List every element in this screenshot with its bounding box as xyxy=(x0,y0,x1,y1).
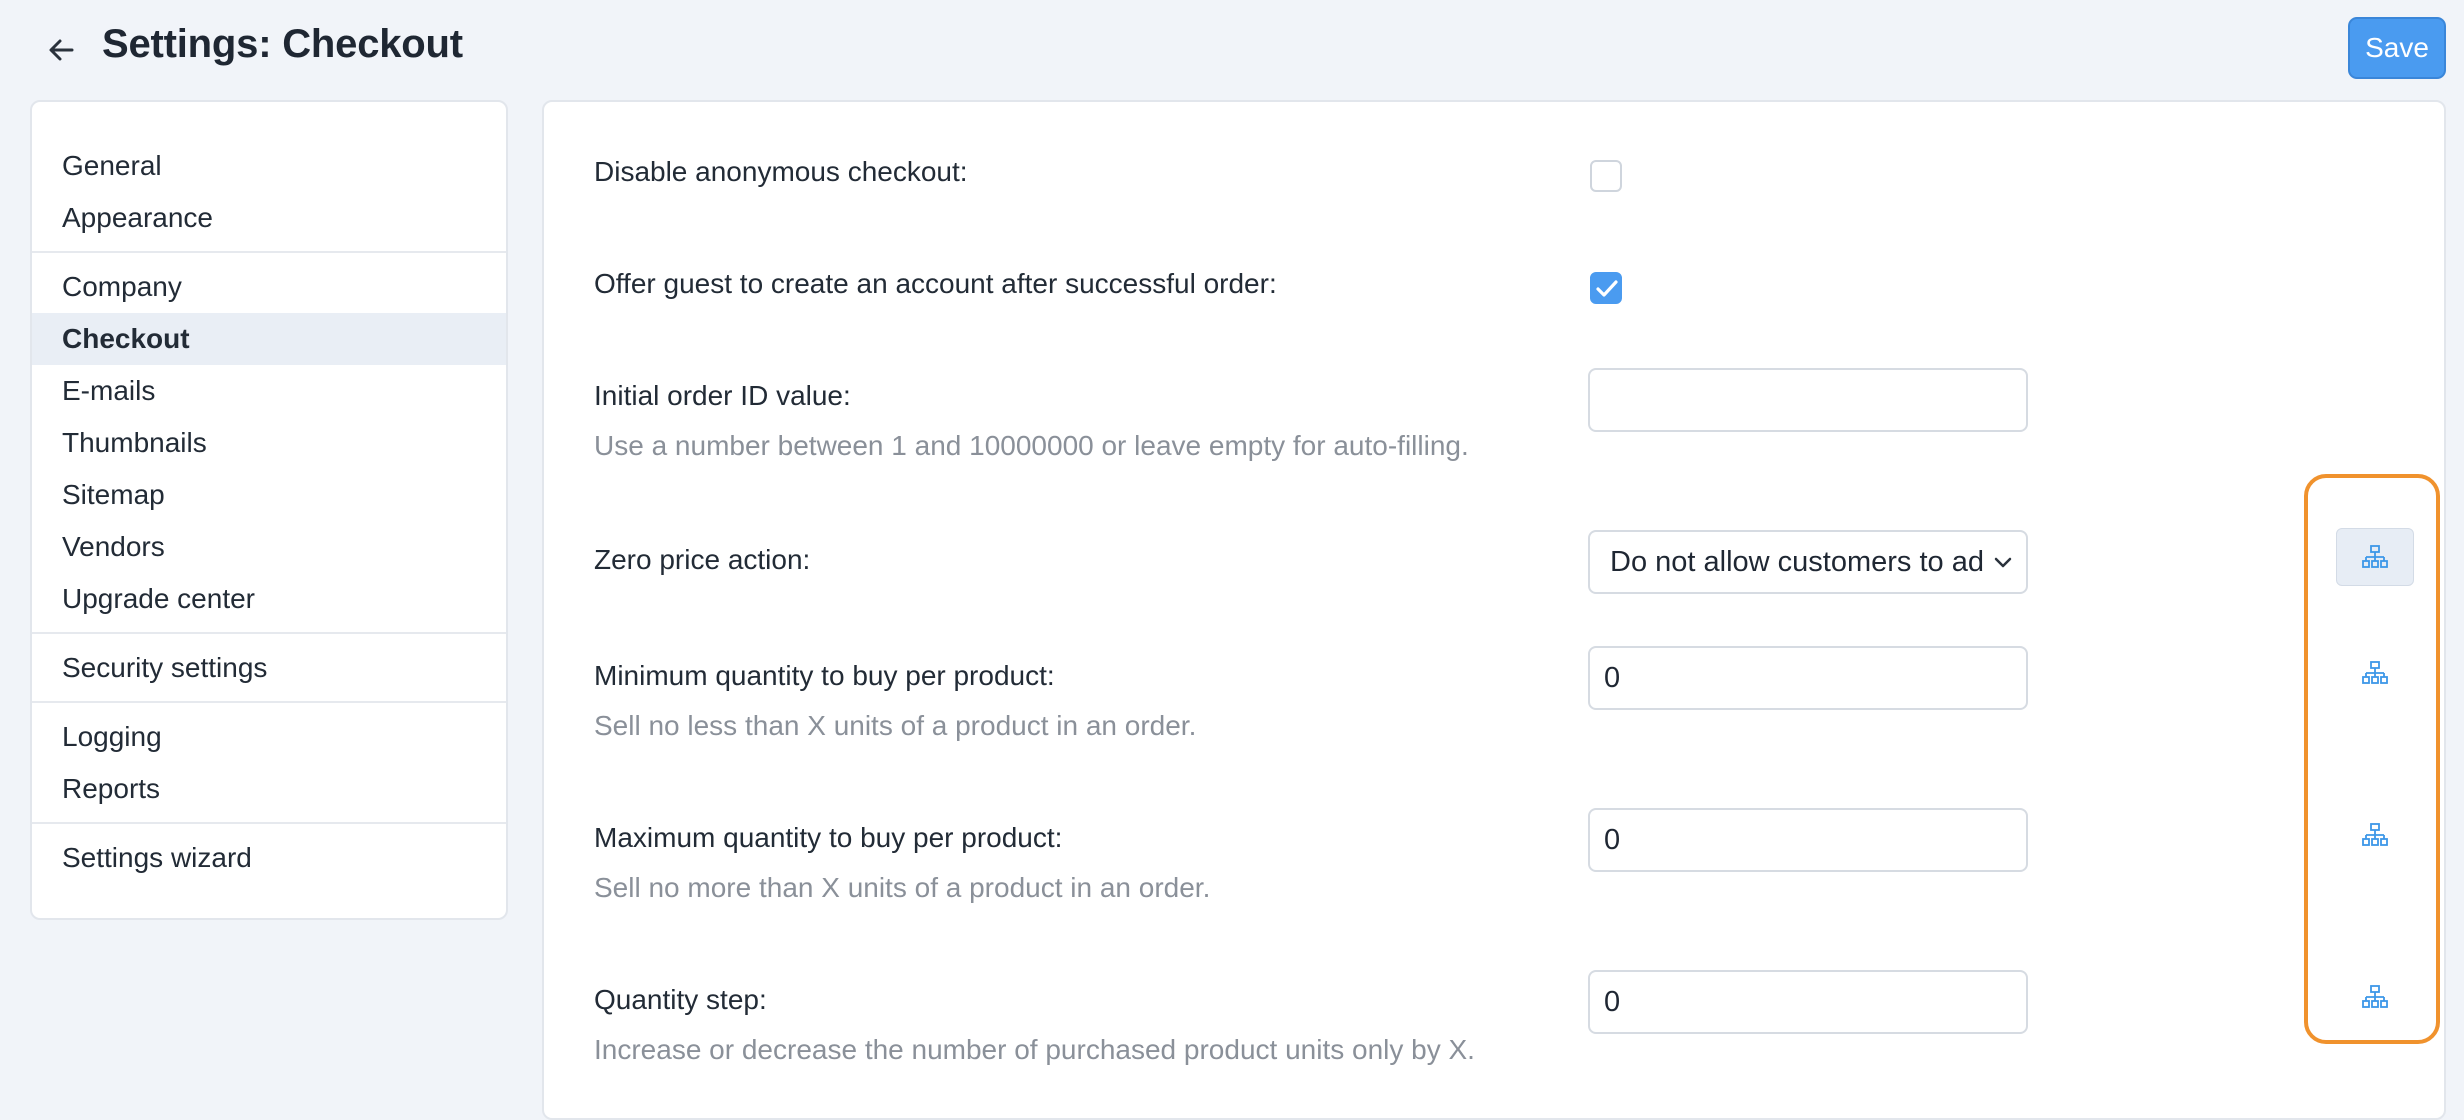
sidebar-item-thumbnails[interactable]: Thumbnails xyxy=(32,417,506,469)
offer-guest-account-label: Offer guest to create an account after s… xyxy=(594,268,1277,299)
arrow-left-icon xyxy=(49,39,74,61)
min-qty-input[interactable]: 0 xyxy=(1588,646,2028,710)
sidebar-item-reports[interactable]: Reports xyxy=(32,763,506,815)
max-qty-hint: Sell no more than X units of a product i… xyxy=(594,872,1211,903)
chevron-down-icon xyxy=(1994,557,2012,568)
min-qty-label: Minimum quantity to buy per product: xyxy=(594,660,1055,691)
sidebar-item-upgrade-center[interactable]: Upgrade center xyxy=(32,573,506,625)
hierarchy-sitemap-icon xyxy=(2362,661,2388,684)
sidebar-group-basic: General Appearance xyxy=(32,140,506,244)
sidebar-item-checkout[interactable]: Checkout xyxy=(32,313,506,365)
max-qty-label: Maximum quantity to buy per product: xyxy=(594,822,1063,853)
settings-sidebar: General Appearance Company Checkout E-ma… xyxy=(30,100,508,920)
sidebar-divider xyxy=(32,251,506,253)
zero-price-action-label: Zero price action: xyxy=(594,544,811,575)
checkmark-icon xyxy=(1596,280,1618,297)
sidebar-divider xyxy=(32,632,506,634)
sidebar-item-security-settings[interactable]: Security settings xyxy=(32,642,506,694)
sidebar-divider xyxy=(32,822,506,824)
page-title: Settings: Checkout xyxy=(102,22,463,66)
sidebar-item-appearance[interactable]: Appearance xyxy=(32,192,506,244)
vendor-settings-button-qty-step[interactable] xyxy=(2336,968,2414,1026)
initial-order-id-input[interactable] xyxy=(1588,368,2028,432)
vendor-settings-button-max-qty[interactable] xyxy=(2336,806,2414,864)
sidebar-item-vendors[interactable]: Vendors xyxy=(32,521,506,573)
offer-guest-account-checkbox[interactable] xyxy=(1590,272,1622,304)
disable-anonymous-checkbox[interactable] xyxy=(1590,160,1622,192)
page-header: Settings: Checkout Save xyxy=(0,0,2464,100)
hierarchy-sitemap-icon xyxy=(2362,823,2388,846)
qty-step-label: Quantity step: xyxy=(594,984,767,1015)
sidebar-item-emails[interactable]: E-mails xyxy=(32,365,506,417)
back-button[interactable] xyxy=(40,28,84,72)
zero-price-action-select[interactable]: Do not allow customers to add xyxy=(1588,530,2028,594)
save-button[interactable]: Save xyxy=(2348,17,2446,79)
sidebar-item-settings-wizard[interactable]: Settings wizard xyxy=(32,832,506,884)
sidebar-group-store: Company Checkout E-mails Thumbnails Site… xyxy=(32,261,506,625)
hierarchy-sitemap-icon xyxy=(2362,985,2388,1008)
initial-order-id-label: Initial order ID value: xyxy=(594,380,851,411)
sidebar-item-general[interactable]: General xyxy=(32,140,506,192)
disable-anonymous-label: Disable anonymous checkout: xyxy=(594,156,968,187)
sidebar-divider xyxy=(32,701,506,703)
qty-step-hint: Increase or decrease the number of purch… xyxy=(594,1034,1475,1065)
zero-price-action-value: Do not allow customers to add xyxy=(1610,546,1985,578)
min-qty-hint: Sell no less than X units of a product i… xyxy=(594,710,1197,741)
sidebar-item-company[interactable]: Company xyxy=(32,261,506,313)
vendor-settings-button-min-qty[interactable] xyxy=(2336,644,2414,702)
initial-order-id-hint: Use a number between 1 and 10000000 or l… xyxy=(594,430,1469,461)
sidebar-item-logging[interactable]: Logging xyxy=(32,711,506,763)
settings-panel: Disable anonymous checkout: Offer guest … xyxy=(542,100,2446,1120)
vendor-settings-button-zero-price[interactable] xyxy=(2336,528,2414,586)
sidebar-group-wizard: Settings wizard xyxy=(32,832,506,884)
sidebar-group-logs: Logging Reports xyxy=(32,711,506,815)
max-qty-input[interactable]: 0 xyxy=(1588,808,2028,872)
qty-step-input[interactable]: 0 xyxy=(1588,970,2028,1034)
hierarchy-sitemap-icon xyxy=(2362,545,2388,568)
sidebar-item-sitemap[interactable]: Sitemap xyxy=(32,469,506,521)
sidebar-group-security: Security settings xyxy=(32,642,506,694)
